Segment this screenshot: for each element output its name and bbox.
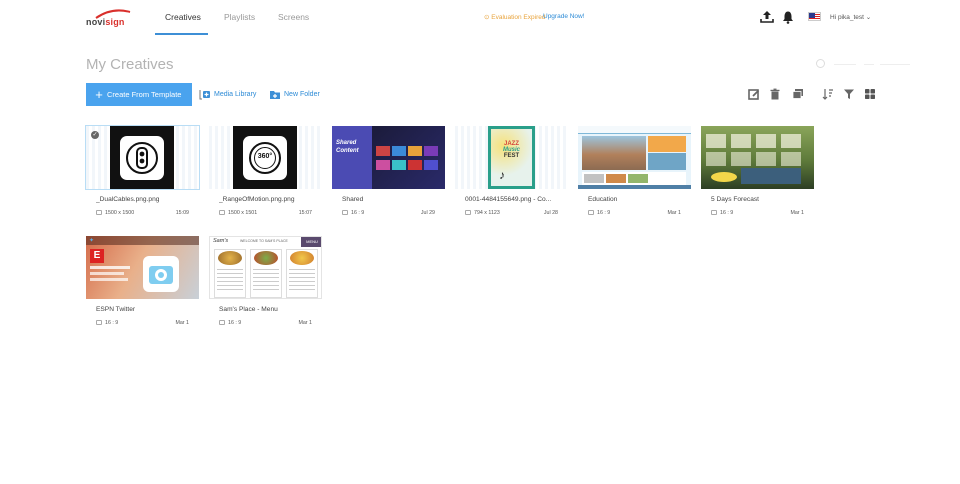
- creative-thumbnail: ✓: [85, 125, 200, 190]
- creative-dimensions: 1500 x 1500: [105, 210, 135, 216]
- image-icon: [219, 210, 225, 215]
- plus-icon: +: [95, 87, 103, 102]
- creative-card[interactable]: 360° _RangeOfMotion.png.png 1500 x 1501 …: [209, 126, 322, 222]
- jazz-thumb-line3: FEST: [503, 153, 520, 159]
- creative-thumbnail: [701, 126, 814, 189]
- creative-thumbnail: ✦ E: [86, 236, 199, 299]
- create-from-template-button[interactable]: + Create From Template: [86, 83, 192, 106]
- dual-cables-image: [110, 126, 174, 189]
- creative-date: Jul 29: [420, 210, 435, 216]
- espn-e-icon: E: [90, 249, 104, 263]
- cable-icon: [136, 147, 148, 169]
- shared-thumb-line2: Content: [336, 148, 359, 154]
- creative-date: Mar 1: [175, 320, 189, 326]
- creative-name: 5 Days Forecast: [711, 196, 760, 203]
- music-note-icon: ♪: [499, 168, 505, 182]
- creative-name: _DualCables.png.png: [96, 196, 160, 203]
- active-tab-indicator: [155, 33, 208, 35]
- sort-icon[interactable]: [822, 88, 834, 100]
- edit-icon[interactable]: [748, 88, 760, 100]
- delete-icon[interactable]: [769, 88, 781, 100]
- creative-date: Mar 1: [667, 210, 681, 216]
- menu-thumb-banner: WELCOME TO SAM'S PLACE: [240, 239, 288, 243]
- camera-placeholder-icon: [143, 256, 179, 292]
- creative-thumbnail: Shared Content: [332, 126, 445, 189]
- screen-icon: [342, 210, 348, 215]
- screen-icon: [219, 320, 225, 325]
- creative-card[interactable]: ✦ E ESPN Twitter 16 : 9 Mar 1: [86, 236, 199, 332]
- chevron-down-icon: ⌄: [865, 14, 872, 21]
- creative-name: Education: [588, 196, 618, 203]
- creative-date: Mar 1: [790, 210, 804, 216]
- creative-ratio: 16 : 9: [351, 210, 365, 216]
- creative-name: ESPN Twitter: [96, 306, 136, 313]
- creative-card[interactable]: JAZZ Music FEST ♪ 0001-4484155649.png - …: [455, 126, 568, 222]
- creative-thumbnail: Sam's WELCOME TO SAM'S PLACE MENU: [209, 236, 322, 299]
- screen-icon: [96, 320, 102, 325]
- tab-creatives[interactable]: Creatives: [165, 12, 201, 22]
- twitter-bird-icon: ✦: [89, 238, 95, 244]
- range-of-motion-image: 360°: [233, 126, 297, 189]
- creative-thumbnail: [578, 126, 691, 189]
- selected-check-icon[interactable]: ✓: [91, 131, 99, 139]
- creative-ratio: 16 : 9: [105, 320, 119, 326]
- creative-dimensions: 1500 x 1501: [228, 210, 258, 216]
- creative-name: Sam's Place - Menu: [219, 306, 278, 313]
- notification-bell-icon[interactable]: [781, 10, 795, 24]
- creative-card[interactable]: 5 Days Forecast 16 : 9 Mar 1: [701, 126, 814, 222]
- creative-ratio: 16 : 9: [228, 320, 242, 326]
- tab-playlists[interactable]: Playlists: [224, 12, 255, 22]
- upgrade-now-link[interactable]: Upgrade Now!: [543, 13, 585, 20]
- image-icon: [465, 210, 471, 215]
- tab-screens[interactable]: Screens: [278, 12, 309, 22]
- us-flag-icon[interactable]: [808, 12, 821, 21]
- creative-card[interactable]: Education 16 : 9 Mar 1: [578, 126, 691, 222]
- media-library-icon: [199, 90, 210, 100]
- search-bar[interactable]: [816, 59, 910, 71]
- creative-name: 0001-4484155649.png - Co...: [465, 196, 552, 203]
- screen-icon: [588, 210, 594, 215]
- page-title: My Creatives: [86, 56, 174, 73]
- menu-thumb-title: Sam's: [213, 238, 229, 244]
- upload-icon[interactable]: [760, 10, 774, 24]
- new-folder-icon: [270, 91, 280, 99]
- menu-thumb-tag: MENU: [301, 237, 321, 247]
- logo-wordmark: novisign: [86, 17, 125, 27]
- creative-card[interactable]: Sam's WELCOME TO SAM'S PLACE MENU Sam's …: [209, 236, 322, 332]
- screen-icon: [711, 210, 717, 215]
- creative-date: Jul 28: [543, 210, 558, 216]
- creative-thumbnail: 360°: [209, 126, 322, 189]
- media-library-button[interactable]: Media Library: [199, 89, 256, 100]
- creative-date: 15:07: [298, 210, 312, 216]
- creative-date: Mar 1: [298, 320, 312, 326]
- shared-thumb-line1: Shared: [336, 140, 357, 146]
- creative-ratio: 16 : 9: [597, 210, 611, 216]
- search-icon: [816, 59, 825, 68]
- creative-card[interactable]: Shared Content Shared 16 : 9 Jul 29: [332, 126, 445, 222]
- user-menu[interactable]: Hi pika_test ⌄: [830, 13, 871, 21]
- creative-thumbnail: JAZZ Music FEST ♪: [455, 126, 568, 189]
- creative-ratio: 16 : 9: [720, 210, 734, 216]
- creative-card[interactable]: ✓ _DualCables.png.png 1500 x 1500 15:09: [85, 125, 200, 222]
- creative-name: _RangeOfMotion.png.png: [219, 196, 295, 203]
- duplicate-icon[interactable]: [792, 88, 804, 100]
- creative-name: Shared: [342, 196, 364, 203]
- evaluation-expired-notice: ⊙ Evaluation Expired: [484, 14, 546, 21]
- filter-icon[interactable]: [843, 88, 855, 100]
- new-folder-button[interactable]: New Folder: [269, 89, 320, 100]
- grid-view-icon[interactable]: [864, 88, 876, 100]
- novisign-logo[interactable]: novisign: [86, 9, 132, 29]
- top-navigation: novisign Creatives Playlists Screens ⊙ E…: [0, 0, 960, 36]
- creative-dimensions: 794 x 1123: [474, 210, 500, 216]
- creative-date: 15:09: [175, 210, 189, 216]
- image-icon: [96, 210, 102, 215]
